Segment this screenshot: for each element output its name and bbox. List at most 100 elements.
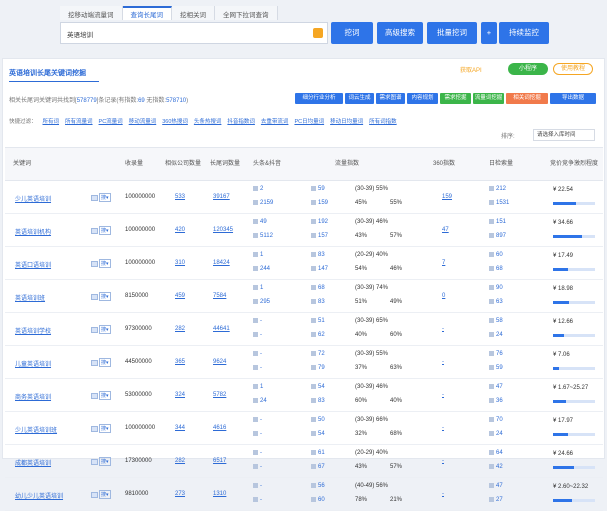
- quick-filter-4[interactable]: 360热搜词: [162, 119, 188, 125]
- traffic-index-mobile[interactable]: 83: [311, 398, 325, 404]
- search-box[interactable]: 英语培训: [60, 22, 328, 44]
- engine-select[interactable]: 搜▾: [99, 457, 111, 466]
- keyword-link[interactable]: 英语培训学校: [15, 326, 51, 335]
- daily-mobile[interactable]: 68: [489, 266, 503, 272]
- sort-select[interactable]: 请选择入库时间: [533, 129, 595, 141]
- longtail-count[interactable]: 5782: [213, 392, 226, 398]
- mobile-index[interactable]: 159: [318, 200, 328, 206]
- toutiao-value[interactable]: 1: [253, 384, 263, 390]
- pc-index[interactable]: 61: [318, 450, 325, 456]
- daily-mobile[interactable]: 24: [489, 431, 503, 437]
- company-count[interactable]: 365: [175, 359, 185, 365]
- daily-mobile[interactable]: 42: [489, 464, 503, 470]
- longtail-count[interactable]: 44641: [213, 326, 230, 332]
- douyin-value[interactable]: -: [253, 464, 262, 470]
- douyin-value[interactable]: 295: [253, 299, 270, 305]
- pc-index[interactable]: 50: [318, 417, 325, 423]
- action-button-0[interactable]: 细分行业分析: [295, 93, 343, 104]
- index-360[interactable]: 47: [442, 227, 449, 233]
- advanced-search-button[interactable]: 高级搜索: [377, 22, 423, 44]
- keyword-tools[interactable]: 搜▾: [91, 193, 111, 202]
- mobile-index[interactable]: 83: [318, 299, 325, 305]
- traffic-index-pc[interactable]: 61: [311, 450, 325, 456]
- action-button-7[interactable]: 导出数据: [550, 93, 596, 104]
- daily-pc-num[interactable]: 64: [496, 450, 503, 456]
- keyword-tools[interactable]: 搜▾: [91, 358, 111, 367]
- toutiao-num[interactable]: 1: [260, 384, 263, 390]
- engine-select[interactable]: 搜▾: [99, 358, 111, 367]
- longtail-count[interactable]: 9624: [213, 359, 226, 365]
- daily-pc-num[interactable]: 47: [496, 384, 503, 390]
- company-count[interactable]: 459: [175, 293, 185, 299]
- pc-index[interactable]: 56: [318, 483, 325, 489]
- daily-mobile-num[interactable]: 27: [496, 497, 503, 503]
- toutiao-num[interactable]: -: [260, 351, 262, 357]
- longtail-count[interactable]: 7584: [213, 293, 226, 299]
- toutiao-value[interactable]: 1: [253, 252, 263, 258]
- douyin-value[interactable]: -: [253, 332, 262, 338]
- mobile-index[interactable]: 157: [318, 233, 328, 239]
- daily-mobile-num[interactable]: 68: [496, 266, 503, 272]
- quick-filter-9[interactable]: 移动日均量词: [330, 119, 363, 125]
- pc-index[interactable]: 72: [318, 351, 325, 357]
- toutiao-num[interactable]: -: [260, 450, 262, 456]
- daily-mobile-num[interactable]: 63: [496, 299, 503, 305]
- douyin-num[interactable]: 24: [260, 398, 267, 404]
- daily-pc[interactable]: 70: [489, 417, 503, 423]
- index-360[interactable]: 7: [442, 260, 445, 266]
- daily-pc[interactable]: 60: [489, 252, 503, 258]
- keyword-link[interactable]: 成都英语培训: [15, 458, 51, 467]
- traffic-index-pc[interactable]: 50: [311, 417, 325, 423]
- company-count[interactable]: 533: [175, 194, 185, 200]
- daily-mobile-num[interactable]: 59: [496, 365, 503, 371]
- daily-mobile[interactable]: 63: [489, 299, 503, 305]
- mini-program-button[interactable]: 小程序: [508, 63, 548, 75]
- keyword-tools[interactable]: 搜▾: [91, 226, 111, 235]
- index-360[interactable]: 0: [442, 293, 445, 299]
- keyword-tools[interactable]: 搜▾: [91, 490, 111, 499]
- daily-pc[interactable]: 76: [489, 351, 503, 357]
- engine-select[interactable]: 搜▾: [99, 292, 111, 301]
- daily-pc-num[interactable]: 90: [496, 285, 503, 291]
- get-api-link[interactable]: 获取API: [460, 65, 482, 74]
- toutiao-value[interactable]: -: [253, 417, 262, 423]
- traffic-index-pc[interactable]: 54: [311, 384, 325, 390]
- traffic-index-pc[interactable]: 68: [311, 285, 325, 291]
- daily-pc-num[interactable]: 151: [496, 219, 506, 225]
- action-button-6[interactable]: 相关词挖掘: [506, 93, 548, 104]
- pc-index[interactable]: 51: [318, 318, 325, 324]
- engine-select[interactable]: 搜▾: [99, 391, 111, 400]
- index-360[interactable]: -: [442, 491, 444, 497]
- daily-pc-num[interactable]: 212: [496, 186, 506, 192]
- traffic-index-mobile[interactable]: 157: [311, 233, 328, 239]
- toutiao-value[interactable]: -: [253, 483, 262, 489]
- quick-filter-0[interactable]: 所有词: [43, 119, 60, 125]
- daily-pc[interactable]: 64: [489, 450, 503, 456]
- copy-icon[interactable]: [91, 491, 98, 498]
- daily-mobile[interactable]: 1531: [489, 200, 509, 206]
- longtail-count[interactable]: 1310: [213, 491, 226, 497]
- action-button-5[interactable]: 流量词挖掘: [473, 93, 504, 104]
- toutiao-num[interactable]: -: [260, 417, 262, 423]
- keyword-link[interactable]: 英语口语培训: [15, 260, 51, 269]
- daily-mobile[interactable]: 24: [489, 332, 503, 338]
- keyword-tools[interactable]: 搜▾: [91, 391, 111, 400]
- keyword-link[interactable]: 英语培训机构: [15, 227, 51, 236]
- pc-index[interactable]: 192: [318, 219, 328, 225]
- company-count[interactable]: 324: [175, 392, 185, 398]
- quick-filter-7[interactable]: 去重带流词: [261, 119, 289, 125]
- quick-filter-3[interactable]: 移动流量词: [129, 119, 157, 125]
- keyword-link[interactable]: 少儿英语培训: [15, 194, 51, 203]
- mobile-index[interactable]: 83: [318, 398, 325, 404]
- copy-icon[interactable]: [91, 293, 98, 300]
- pc-index[interactable]: 54: [318, 384, 325, 390]
- mobile-index[interactable]: 54: [318, 431, 325, 437]
- keyword-tools[interactable]: 搜▾: [91, 457, 111, 466]
- daily-pc-num[interactable]: 70: [496, 417, 503, 423]
- daily-mobile-num[interactable]: 24: [496, 332, 503, 338]
- daily-pc[interactable]: 212: [489, 186, 506, 192]
- engine-select[interactable]: 搜▾: [99, 325, 111, 334]
- keyword-tools[interactable]: 搜▾: [91, 259, 111, 268]
- pc-index[interactable]: 59: [318, 186, 325, 192]
- copy-icon[interactable]: [91, 194, 98, 201]
